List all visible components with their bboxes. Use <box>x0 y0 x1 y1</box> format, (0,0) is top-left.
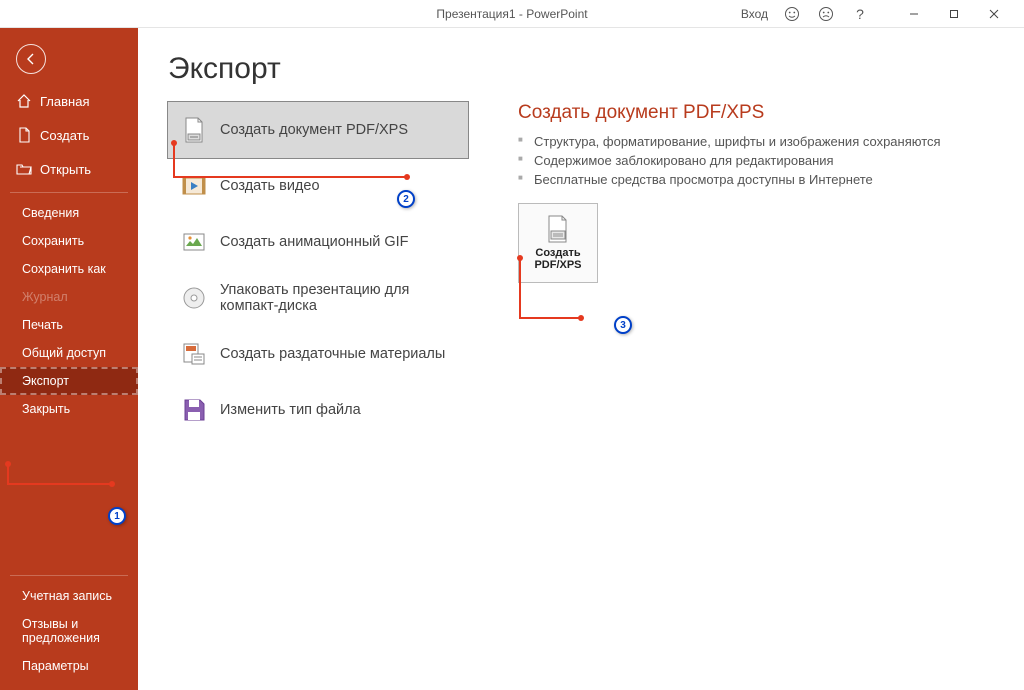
nav-account-label: Учетная запись <box>22 589 112 603</box>
gif-icon <box>180 228 208 256</box>
option-video-label: Создать видео <box>220 178 320 194</box>
window-controls <box>894 4 1014 24</box>
nav-options-label: Параметры <box>22 659 89 673</box>
nav-share[interactable]: Общий доступ <box>0 339 138 367</box>
nav-close-label: Закрыть <box>22 402 70 416</box>
nav-saveas[interactable]: Сохранить как <box>0 255 138 283</box>
bullet-2: Содержимое заблокировано для редактирова… <box>518 151 994 170</box>
export-detail-panel: Создать документ PDF/XPS Структура, форм… <box>518 102 994 438</box>
nav-export[interactable]: Экспорт <box>0 367 138 395</box>
handouts-icon <box>180 340 208 368</box>
annotation-dot <box>5 461 11 467</box>
help-icon[interactable]: ? <box>850 4 870 24</box>
option-handouts[interactable]: Создать раздаточные материалы <box>168 326 468 382</box>
content-area: Экспорт Создать документ PDF/XPS Создать… <box>138 28 1024 690</box>
annotation-dot <box>517 255 523 261</box>
cd-icon <box>180 284 208 312</box>
option-packcd-label: Упаковать презентацию для компакт-диска <box>220 282 456 314</box>
bullet-3: Бесплатные средства просмотра доступны в… <box>518 170 994 189</box>
nav-new[interactable]: Создать <box>0 118 138 152</box>
new-file-icon <box>16 127 32 143</box>
annotation-line <box>173 176 407 178</box>
nav-feedback[interactable]: Отзывы и предложения <box>0 610 138 652</box>
titlebar-right: Вход ? <box>741 4 1024 24</box>
back-button[interactable] <box>16 44 46 74</box>
option-pack-cd[interactable]: Упаковать презентацию для компакт-диска <box>168 270 468 326</box>
option-pdf-label: Создать документ PDF/XPS <box>220 122 408 138</box>
option-gif[interactable]: Создать анимационный GIF <box>168 214 468 270</box>
nav-history-label: Журнал <box>22 290 68 304</box>
export-options-list: Создать документ PDF/XPS Создать видео С… <box>168 102 468 438</box>
nav-print-label: Печать <box>22 318 63 332</box>
bullet-1: Структура, форматирование, шрифты и изоб… <box>518 132 994 151</box>
annotation-line <box>519 317 581 319</box>
annotation-circle-2: 2 <box>397 190 415 208</box>
detail-title: Создать документ PDF/XPS <box>518 102 994 124</box>
nav-open[interactable]: Открыть <box>0 152 138 186</box>
annotation-dot <box>578 315 584 321</box>
annotation-line <box>173 143 175 177</box>
nav-info-label: Сведения <box>22 206 79 220</box>
annotation-circle-3: 3 <box>614 316 632 334</box>
backstage-sidebar: Главная Создать Открыть Сведения Сохрани… <box>0 28 138 690</box>
option-change-type[interactable]: Изменить тип файла <box>168 382 468 438</box>
option-handouts-label: Создать раздаточные материалы <box>220 346 445 362</box>
nav-feedback-label: Отзывы и предложения <box>22 617 126 645</box>
nav-home[interactable]: Главная <box>0 84 138 118</box>
close-button[interactable] <box>974 4 1014 24</box>
nav-new-label: Создать <box>40 128 89 143</box>
face-sad-icon[interactable] <box>816 4 836 24</box>
nav-close[interactable]: Закрыть <box>0 395 138 423</box>
nav-save[interactable]: Сохранить <box>0 227 138 255</box>
nav-save-label: Сохранить <box>22 234 84 248</box>
minimize-button[interactable] <box>894 4 934 24</box>
home-icon <box>16 93 32 109</box>
option-pdf-xps[interactable]: Создать документ PDF/XPS <box>168 102 468 158</box>
annotation-dot <box>404 174 410 180</box>
signin-link[interactable]: Вход <box>741 7 768 21</box>
window-title: Презентация1 - PowerPoint <box>436 7 587 21</box>
nav-share-label: Общий доступ <box>22 346 106 360</box>
pdf-xps-icon <box>180 116 208 144</box>
annotation-dot <box>109 481 115 487</box>
folder-open-icon <box>16 161 32 177</box>
annotation-dot <box>171 140 177 146</box>
sidebar-divider <box>10 192 128 193</box>
nav-home-label: Главная <box>40 94 89 109</box>
nav-account[interactable]: Учетная запись <box>0 582 138 610</box>
save-as-type-icon <box>180 396 208 424</box>
face-smile-icon[interactable] <box>782 4 802 24</box>
nav-print[interactable]: Печать <box>0 311 138 339</box>
nav-history: Журнал <box>0 283 138 311</box>
nav-export-label: Экспорт <box>22 374 69 388</box>
annotation-line <box>519 258 521 318</box>
maximize-button[interactable] <box>934 4 974 24</box>
annotation-circle-1: 1 <box>108 507 126 525</box>
nav-saveas-label: Сохранить как <box>22 262 106 276</box>
page-heading: Экспорт <box>168 52 994 86</box>
nav-open-label: Открыть <box>40 162 91 177</box>
titlebar: Презентация1 - PowerPoint Вход ? <box>0 0 1024 28</box>
create-pdf-button-label: Создать PDF/XPS <box>519 247 597 271</box>
annotation-line <box>7 464 9 484</box>
pdf-xps-big-icon <box>542 215 574 243</box>
create-pdf-xps-button[interactable]: Создать PDF/XPS <box>518 203 598 283</box>
nav-info[interactable]: Сведения <box>0 199 138 227</box>
option-changetype-label: Изменить тип файла <box>220 402 361 418</box>
nav-options[interactable]: Параметры <box>0 652 138 680</box>
option-video[interactable]: Создать видео <box>168 158 468 214</box>
annotation-line <box>7 483 112 485</box>
sidebar-divider-2 <box>10 575 128 576</box>
option-gif-label: Создать анимационный GIF <box>220 234 409 250</box>
detail-bullets: Структура, форматирование, шрифты и изоб… <box>518 132 994 189</box>
